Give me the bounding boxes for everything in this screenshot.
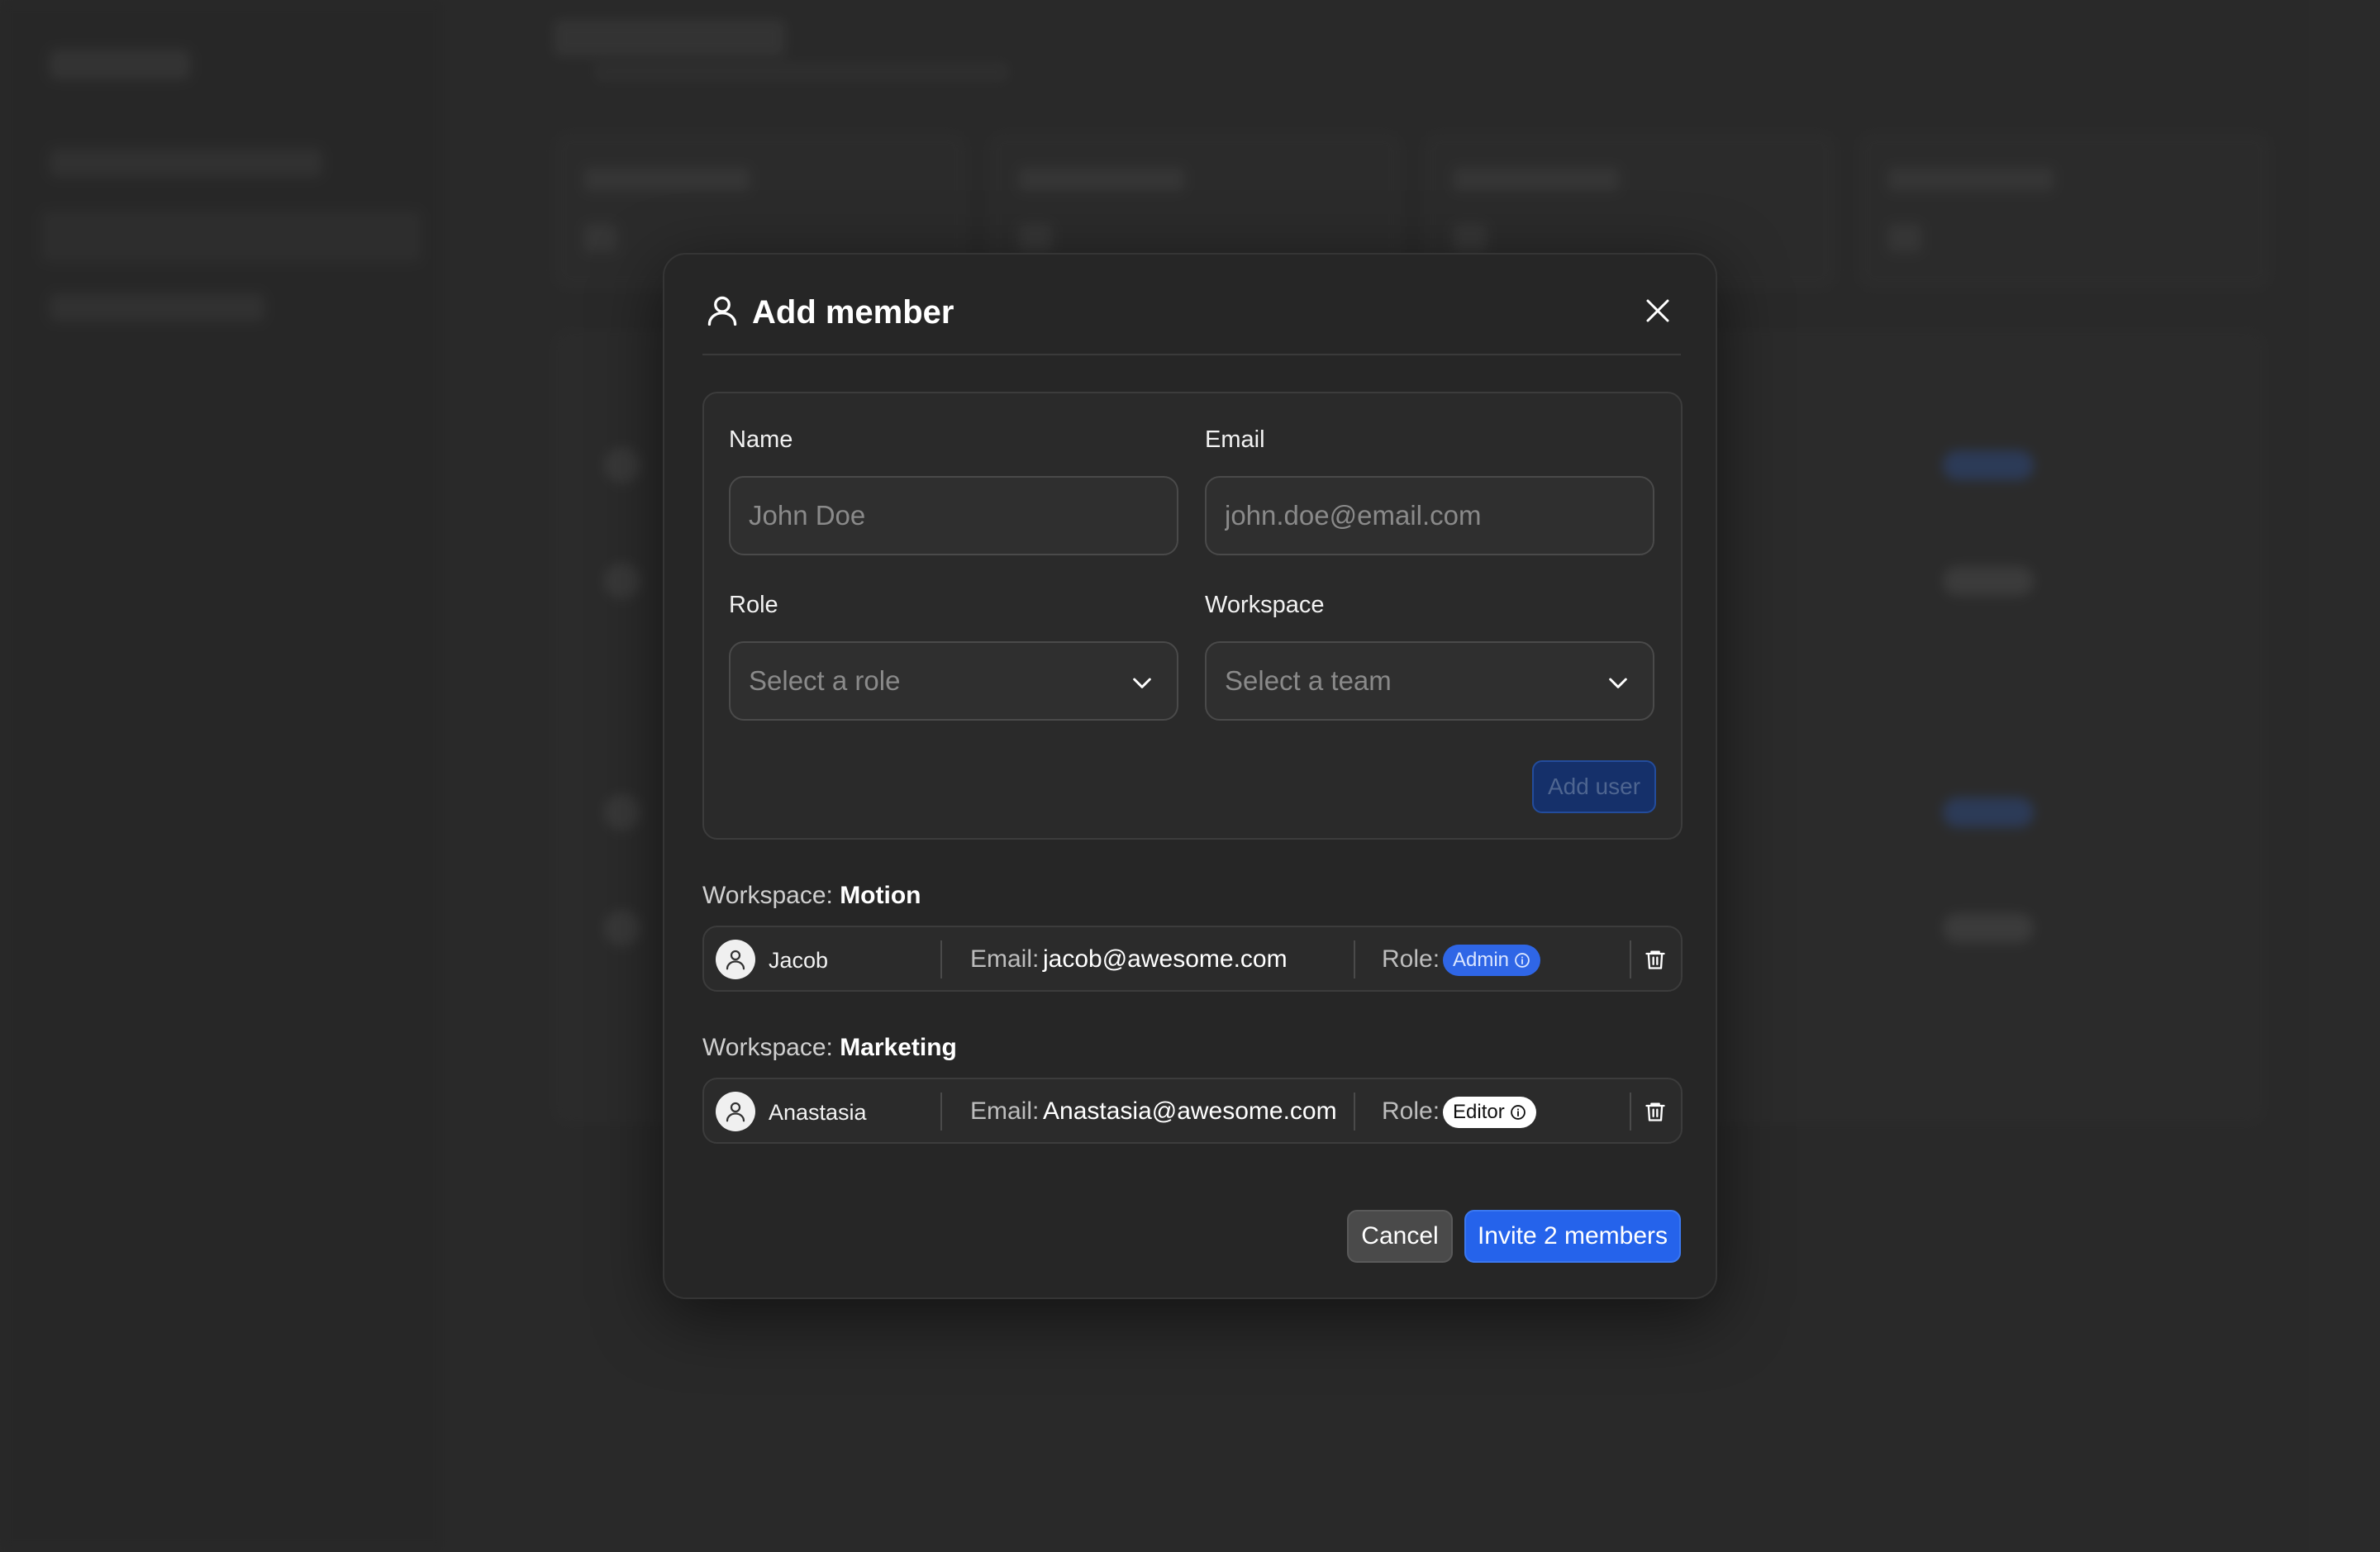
modal-header: Add member — [702, 284, 1681, 355]
member-name: Anastasia — [769, 1100, 867, 1125]
workspace-label: Workspace — [1205, 592, 1325, 618]
close-button[interactable] — [1638, 291, 1678, 331]
user-icon — [726, 1102, 745, 1122]
add-user-button[interactable]: Add user — [1532, 760, 1656, 813]
workspace-select[interactable]: Select a team — [1205, 641, 1654, 721]
role-select[interactable]: Select a role — [729, 641, 1178, 721]
delete-member-button[interactable] — [1641, 944, 1669, 975]
role-label: Role — [729, 592, 778, 618]
add-member-modal: Add member Name Email Role Select a role… — [663, 253, 1717, 1299]
user-icon — [726, 950, 745, 970]
avatar — [716, 940, 755, 979]
chevron-down-icon — [1133, 678, 1151, 688]
workspace-heading-name: Marketing — [840, 1034, 957, 1061]
role-badge[interactable]: Editor — [1443, 1097, 1536, 1128]
workspace-heading-prefix: Workspace: — [702, 882, 833, 909]
member-email: Anastasia@awesome.com — [1043, 1097, 1337, 1125]
email-input[interactable] — [1205, 476, 1654, 555]
cancel-button[interactable]: Cancel — [1347, 1210, 1453, 1263]
role-badge-label: Editor — [1453, 1101, 1505, 1123]
workspace-heading: Workspace: Motion — [702, 879, 921, 912]
member-row: Anastasia Email: Anastasia@awesome.com R… — [702, 1078, 1683, 1144]
member-email-label: Email: — [970, 1097, 1040, 1125]
trash-icon — [1645, 1102, 1665, 1121]
divider — [1354, 1093, 1355, 1131]
email-label: Email — [1205, 426, 1265, 453]
workspace-heading: Workspace: Marketing — [702, 1031, 957, 1064]
workspace-select-placeholder: Select a team — [1225, 665, 1392, 696]
info-icon — [1510, 1105, 1526, 1120]
delete-member-button[interactable] — [1641, 1096, 1669, 1127]
member-role-label: Role: — [1382, 1097, 1440, 1125]
divider — [940, 1093, 942, 1131]
workspace-heading-name: Motion — [840, 882, 921, 909]
user-icon — [707, 296, 737, 326]
divider — [1630, 1093, 1631, 1131]
divider — [1630, 940, 1631, 978]
role-badge[interactable]: Admin — [1443, 945, 1541, 976]
workspace-heading-prefix: Workspace: — [702, 1034, 833, 1061]
role-badge-label: Admin — [1453, 949, 1510, 971]
modal-title: Add member — [752, 294, 954, 331]
member-role-label: Role: — [1382, 945, 1440, 973]
divider — [940, 940, 942, 978]
divider — [1354, 940, 1355, 978]
member-name: Jacob — [769, 948, 829, 973]
invite-members-button[interactable]: Invite 2 members — [1464, 1210, 1681, 1263]
info-icon — [1515, 953, 1530, 968]
avatar — [716, 1092, 755, 1131]
name-input[interactable] — [729, 476, 1178, 555]
member-email-label: Email: — [970, 945, 1040, 973]
role-select-placeholder: Select a role — [749, 665, 901, 696]
trash-icon — [1645, 950, 1665, 969]
add-member-form: Name Email Role Select a role Workspace … — [702, 392, 1683, 840]
name-label: Name — [729, 426, 793, 453]
member-email: jacob@awesome.com — [1043, 945, 1288, 973]
member-row: Jacob Email: jacob@awesome.com Role: Adm… — [702, 926, 1683, 992]
chevron-down-icon — [1609, 678, 1627, 688]
close-icon — [1646, 299, 1669, 322]
